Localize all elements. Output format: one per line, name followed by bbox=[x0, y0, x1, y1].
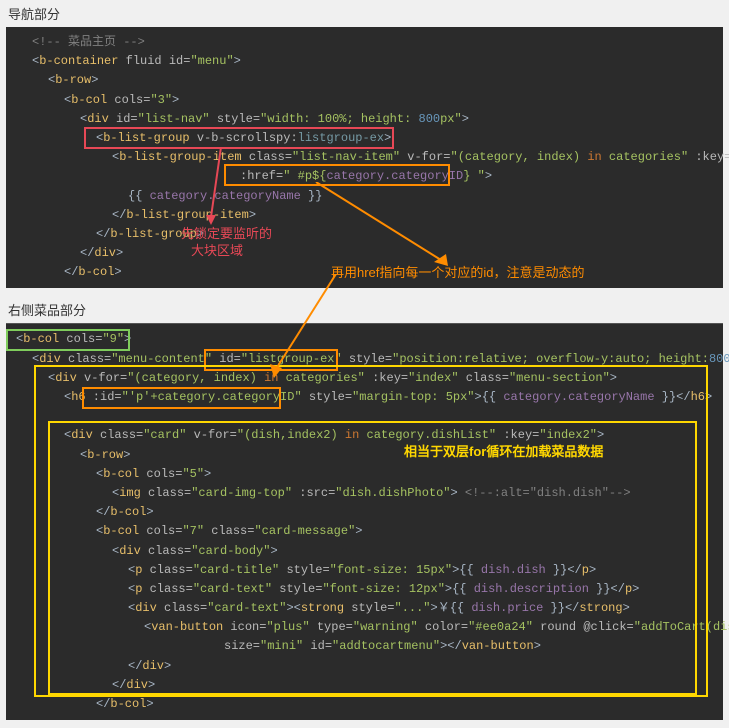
code-line: size="mini" id="addtocartmenu"></van-but… bbox=[16, 637, 713, 656]
code-line: <h6 :id="'p'+category.categoryID" style=… bbox=[16, 388, 713, 407]
code-line: <div v-for="(category, index) in categor… bbox=[16, 369, 713, 388]
code-line: <b-col cols="7" class="card-message"> bbox=[16, 522, 713, 541]
code-line: <div class="card-text"><strong style="..… bbox=[16, 599, 713, 618]
code-line: </b-list-group-item> bbox=[16, 206, 713, 225]
code-line: </div> bbox=[16, 676, 713, 695]
code-line: </div> bbox=[16, 244, 713, 263]
code-line: <b-list-group-item class="list-nav-item"… bbox=[16, 148, 713, 167]
code-line: :href=" #p${category.categoryID} "> bbox=[16, 167, 713, 186]
code-line: <b-container fluid id="menu"> bbox=[16, 52, 713, 71]
code-line: <b-col cols="9"> bbox=[16, 330, 713, 349]
code-line: <img class="card-img-top" :src="dish.dis… bbox=[16, 484, 713, 503]
code-line: <b-row> bbox=[16, 71, 713, 90]
code-line: <div class="card-body"> bbox=[16, 542, 713, 561]
code-line: {{ category.categoryName }} bbox=[16, 187, 713, 206]
code-line: <b-col cols="3"> bbox=[16, 91, 713, 110]
code-line: <van-button icon="plus" type="warning" c… bbox=[16, 618, 713, 637]
code-line: </div> bbox=[16, 657, 713, 676]
code-line: <b-list-group v-b-scrollspy:listgroup-ex… bbox=[16, 129, 713, 148]
code-line: <div id="list-nav" style="width: 100%; h… bbox=[16, 110, 713, 129]
code-line: <b-col cols="5"> bbox=[16, 465, 713, 484]
section-heading-1: 导航部分 bbox=[0, 0, 729, 27]
code-line: <p class="card-title" style="font-size: … bbox=[16, 561, 713, 580]
code-editor-menu-section[interactable]: <b-col cols="9"> <div class="menu-conten… bbox=[6, 323, 723, 720]
code-line: <div class="card" v-for="(dish,index2) i… bbox=[16, 426, 713, 445]
code-editor-nav-section[interactable]: <!-- 菜品主页 --> <b-container fluid id="men… bbox=[6, 27, 723, 288]
code-line: </b-list-group> bbox=[16, 225, 713, 244]
section-heading-2: 右侧菜品部分 bbox=[0, 296, 729, 323]
code-line: </b-col> bbox=[16, 503, 713, 522]
code-line: <div class="menu-content" id="listgroup-… bbox=[16, 350, 713, 369]
code-line bbox=[16, 407, 713, 426]
code-line: <!-- 菜品主页 --> bbox=[16, 33, 713, 52]
code-line: </b-col> bbox=[16, 263, 713, 282]
code-line: <p class="card-text" style="font-size: 1… bbox=[16, 580, 713, 599]
code-line: </b-col> bbox=[16, 695, 713, 714]
code-line: <b-row> bbox=[16, 446, 713, 465]
